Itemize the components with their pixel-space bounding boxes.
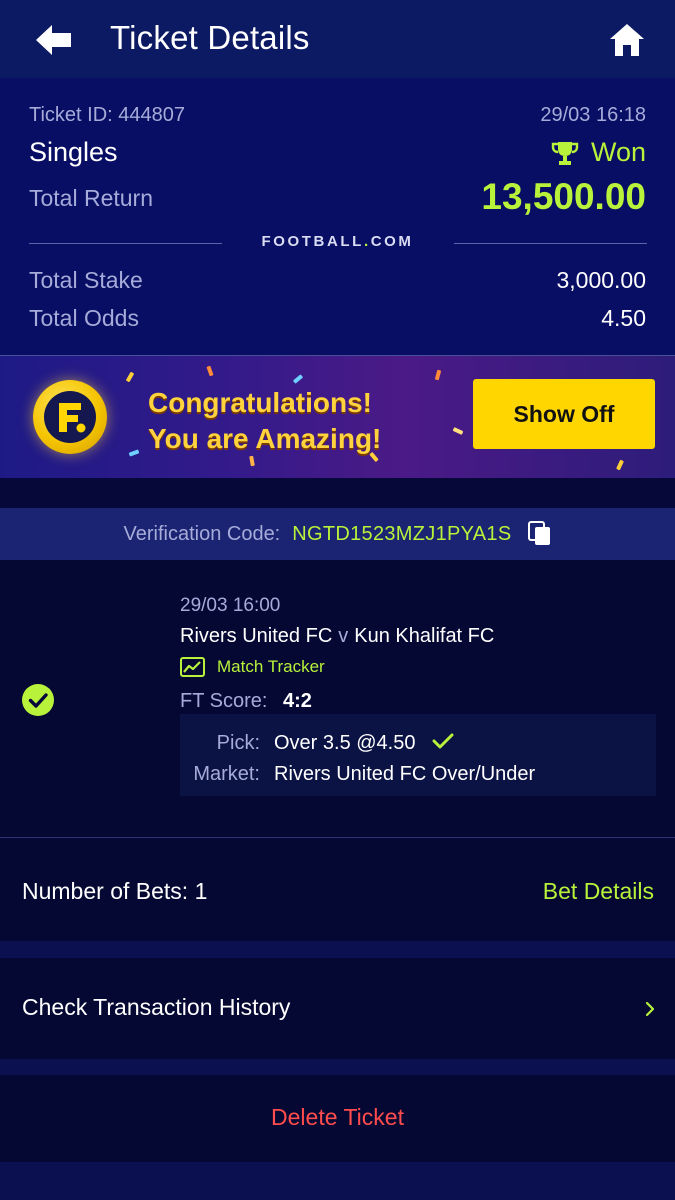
ticket-summary: Ticket ID: 444807 29/03 16:18 Singles Wo…	[0, 78, 675, 355]
page-title: Ticket Details	[110, 19, 310, 56]
check-icon	[432, 733, 454, 749]
chart-line-icon	[180, 657, 205, 677]
pick-label: Pick:	[216, 732, 260, 754]
pick-box: Pick: Over 3.5 @4.50 Market: Rivers Unit…	[180, 714, 656, 796]
verification-code: NGTD1523MZJ1PYA1S	[292, 522, 512, 545]
confetti	[292, 374, 304, 384]
check-circle-icon	[22, 684, 54, 716]
bet-details-link[interactable]: Bet Details	[543, 878, 654, 905]
transaction-history-label: Check Transaction History	[22, 994, 291, 1020]
ft-score-value: 4:2	[283, 690, 312, 712]
congratulations-banner: Congratulations! You are Amazing! Show O…	[0, 355, 675, 478]
congrats-line-1: Congratulations!	[148, 387, 372, 418]
status-badge: Won	[551, 137, 646, 168]
confetti	[128, 449, 140, 457]
f-logo-icon	[33, 380, 107, 454]
match-card: 29/03 16:00 Rivers United FC v Kun Khalifa…	[0, 560, 675, 838]
away-team: Kun Khalifat FC	[354, 625, 495, 647]
ft-score-label: FT Score:	[180, 690, 268, 712]
match-teams: Rivers United FC v Kun Khalifat FC	[180, 625, 494, 648]
delete-ticket-button[interactable]: Delete Ticket	[0, 1104, 675, 1131]
confetti	[434, 369, 442, 381]
brand-logo: FOOTBALL.COM	[261, 233, 414, 250]
confetti	[249, 455, 255, 467]
home-team: Rivers United FC	[180, 625, 333, 647]
congratulations-text: Congratulations! You are Amazing!	[148, 385, 381, 457]
total-stake-label: Total Stake	[29, 267, 143, 293]
confetti	[125, 371, 135, 383]
chevron-right-icon	[645, 1001, 655, 1017]
top-app-bar: Ticket Details	[0, 0, 675, 78]
vs-label: v	[338, 625, 349, 647]
total-return-label: Total Return	[29, 185, 154, 211]
section-separator	[0, 941, 675, 958]
confetti	[616, 459, 624, 471]
verification-bar: Verification Code: NGTD1523MZJ1PYA1S	[0, 508, 675, 560]
confetti	[206, 365, 214, 377]
congrats-line-2: You are Amazing!	[148, 423, 382, 454]
total-return-value: 13,500.00	[481, 176, 646, 217]
ticket-datetime: 29/03 16:18	[540, 104, 646, 126]
confetti	[452, 427, 464, 435]
number-of-bets: Number of Bets: 1	[22, 878, 208, 904]
verification-label: Verification Code:	[123, 522, 281, 545]
ticket-id: Ticket ID: 444807	[29, 104, 186, 126]
match-tracker-link[interactable]: Match Tracker	[180, 657, 325, 677]
total-stake-value: 3,000.00	[556, 267, 646, 293]
trophy-icon	[551, 141, 579, 165]
show-off-button[interactable]: Show Off	[473, 379, 655, 449]
section-separator	[0, 1059, 675, 1075]
total-odds-label: Total Odds	[29, 305, 139, 331]
match-tracker-label: Match Tracker	[217, 657, 325, 676]
home-icon[interactable]	[608, 22, 646, 58]
transaction-history-row[interactable]: Check Transaction History	[0, 958, 675, 1059]
copy-icon[interactable]	[527, 521, 552, 547]
bet-type: Singles	[29, 137, 118, 167]
total-odds-value: 4.50	[601, 305, 646, 331]
bets-row: Number of Bets: 1 Bet Details	[0, 839, 675, 941]
match-datetime: 29/03 16:00	[180, 595, 281, 616]
market-label: Market:	[193, 763, 260, 785]
status-label: Won	[590, 137, 646, 167]
pick-value: Over 3.5 @4.50	[274, 732, 416, 754]
market-value: Rivers United FC Over/Under	[274, 763, 536, 785]
arrow-left-icon[interactable]	[34, 22, 74, 58]
delete-ticket-row[interactable]: Delete Ticket	[0, 1075, 675, 1162]
bottom-spacer	[0, 1162, 675, 1200]
